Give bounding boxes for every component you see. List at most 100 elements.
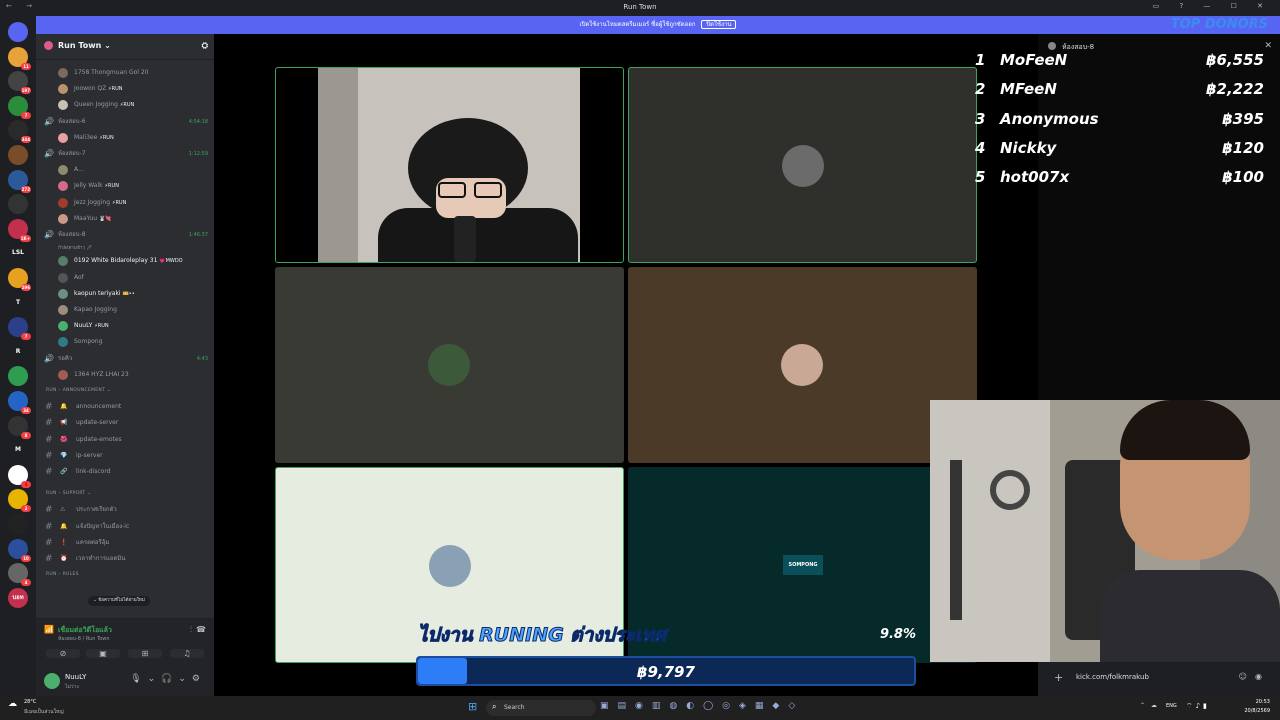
server-icon[interactable]: T <box>8 292 28 313</box>
server-icon[interactable]: 8 <box>8 415 31 439</box>
server-header[interactable]: Run Town ⌄ ⛭ <box>36 34 214 60</box>
server-icon[interactable]: 4 <box>8 464 31 488</box>
video-tile-3[interactable] <box>275 267 624 463</box>
new-messages-pill[interactable]: ⌄ ข้อความที่ไม่ได้อ่านใหม่ <box>88 596 150 606</box>
add-friend-icon[interactable]: ⛭ <box>202 41 208 51</box>
server-icon[interactable] <box>8 514 28 534</box>
server-icon[interactable]: 296 <box>8 268 31 291</box>
text-channel[interactable]: # ⚠ ประกาศเรียกตัว <box>36 503 214 517</box>
unread-badge: 11 <box>21 62 31 70</box>
kick-url[interactable]: kick.com/folkmrakub <box>1076 673 1149 681</box>
video-tile-6[interactable]: SOMPONG <box>628 467 977 663</box>
voice-user[interactable]: Jezz Jogging ⚡RUN <box>36 196 214 210</box>
voice-user[interactable]: Aof <box>36 271 214 285</box>
text-channel[interactable]: # ⏰ เวลาทำการแอดมิน <box>36 552 214 566</box>
pinned-apps-icons[interactable]: ▣▤◉▥◍◐◯◎◈▦◆◇ <box>600 701 804 711</box>
server-icon[interactable]: R <box>8 341 28 362</box>
voice-user[interactable]: Jelly Walk ⚡RUN <box>36 179 214 193</box>
video-tile-camera-main[interactable] <box>275 67 624 263</box>
unread-badge: 10 <box>21 554 31 562</box>
server-icon[interactable]: 2 <box>8 489 31 513</box>
voice-user[interactable]: Kapao Jogging <box>36 303 214 317</box>
voice-user[interactable]: kaopun teriyaki 🎫•• <box>36 287 214 301</box>
noise-suppression-icon[interactable]: ⫶ <box>190 625 192 635</box>
text-channel[interactable]: # 🔗 link-discord <box>36 465 214 479</box>
server-icon[interactable]: 1K+ <box>8 218 31 242</box>
server-icon[interactable]: 4 <box>8 563 31 587</box>
disconnect-icon[interactable]: ☎ <box>196 625 206 634</box>
plus-icon[interactable]: + <box>1054 671 1063 684</box>
video-tile-2[interactable] <box>628 67 977 263</box>
channel-emoji: 💎 <box>60 451 68 459</box>
clock-time[interactable]: 20:53 <box>1226 699 1270 705</box>
server-icon[interactable] <box>8 22 28 42</box>
avatar <box>781 344 823 386</box>
voice-channel[interactable]: 🔊 ห้องสอบ-7 1:12:59 <box>36 147 214 161</box>
disable-streamer-button[interactable]: ปิดใช้งาน <box>701 20 737 29</box>
tray-icons[interactable]: ⌃ ☁ <box>1140 702 1159 709</box>
server-icon[interactable]: M <box>8 440 28 461</box>
server-icon[interactable] <box>8 366 28 387</box>
category-rules[interactable]: RUN – RULES <box>36 568 214 582</box>
text-channel[interactable]: # 🌺 update-emotes <box>36 433 214 447</box>
text-channel[interactable]: # 💎 ip-server <box>36 449 214 463</box>
voice-user[interactable]: 0192 White Bidaroleplay 31 💗MWDO <box>36 254 214 268</box>
clock-date: 20/8/2569 <box>1244 708 1270 714</box>
video-tile-4[interactable] <box>628 267 977 463</box>
server-icon[interactable] <box>8 194 28 215</box>
voice-channel[interactable]: 🔊 ห้องสอบ-8 1:46:37 <box>36 228 214 242</box>
channel-name: link-discord <box>76 468 111 475</box>
weather-temp[interactable]: 28°C <box>24 699 36 705</box>
voice-channel[interactable]: 🔊 รอคิว 4:43 <box>36 352 214 366</box>
channel-emoji: 🔔 <box>60 403 68 411</box>
soundboard-icon[interactable]: ♫ <box>170 649 204 658</box>
webcam-feed <box>318 68 580 262</box>
server-icon[interactable]: 7 <box>8 95 31 119</box>
voice-user[interactable]: NuuLY ⚡RUN <box>36 319 214 333</box>
voice-user[interactable]: Sompong <box>36 335 214 349</box>
text-channel[interactable]: # 📢 update-server <box>36 416 214 430</box>
server-icon[interactable]: บอท <box>8 587 28 608</box>
category-support[interactable]: RUN – SUPPORT ⌄ <box>36 487 214 501</box>
server-icon[interactable]: 7 <box>8 317 31 341</box>
screen-share-icon[interactable]: ▣ <box>86 649 120 658</box>
taskbar: ☁ 28°C มีเมฆเป็นส่วนใหญ่ ⊞ ⌕ Search ▣▤◉▥… <box>0 696 1280 720</box>
avatar <box>1048 42 1056 50</box>
voice-user[interactable]: 1364 HYZ LHAI 23 <box>36 368 214 382</box>
emoji-gift-icon[interactable]: ☺◉ <box>1239 672 1270 681</box>
server-icon[interactable]: 197 <box>8 71 31 95</box>
wifi-volume-icons[interactable]: ⌔♪▮ <box>1186 702 1210 711</box>
server-icon[interactable]: 34 <box>8 391 31 414</box>
voice-user[interactable]: MaaYuu 🐰💘 <box>36 212 214 226</box>
voice-channel-path[interactable]: ห้องสอบ-8 / Run Town <box>58 635 110 643</box>
server-icon[interactable]: LSL <box>8 243 28 264</box>
server-icon[interactable]: 10 <box>8 538 31 562</box>
channel-name: update-server <box>76 419 119 427</box>
server-icon[interactable]: 344 <box>8 120 31 144</box>
voice-user[interactable]: Mali3ee ⚡RUN <box>36 131 214 145</box>
title-bar: ← → Run Town ▭ ? — ☐ ✕ <box>0 0 1280 16</box>
text-channel[interactable]: # 🔔 announcement <box>36 400 214 414</box>
text-channel[interactable]: # ❗ แครตต่อรีอุ้ม <box>36 536 214 550</box>
voice-user[interactable]: Queen Jogging ⚡RUN <box>36 98 214 112</box>
voice-user[interactable]: Joowon QZ ⚡RUN <box>36 82 214 96</box>
voice-user[interactable]: 1758 Thongmuan Gol 20 <box>36 66 214 80</box>
text-channel[interactable]: # 🔔 แจ้งปัญหาในเมือง-ic <box>36 520 214 534</box>
language[interactable]: ENG <box>1166 703 1177 709</box>
category-announcement[interactable]: RUN – ANNOUNCEMENT ⌄ <box>36 384 214 398</box>
window-controls[interactable]: ▭ ? — ☐ ✕ <box>1153 2 1272 10</box>
activities-icon[interactable]: ⊞ <box>128 649 162 658</box>
start-icon[interactable]: ⊞ <box>468 700 477 713</box>
voice-channel[interactable]: 🔊 ห้องสอบ-6 4:54:18 <box>36 115 214 129</box>
server-icon[interactable]: 272 <box>8 169 31 193</box>
search-box[interactable]: ⌕ Search <box>486 700 596 716</box>
server-icon[interactable]: 11 <box>8 46 31 70</box>
server-icon[interactable] <box>8 145 28 165</box>
mic-headset-settings-icon[interactable]: 🎙⌄🎧⌄⚙ <box>130 674 206 684</box>
video-off-icon[interactable]: ⊘ <box>46 649 80 658</box>
close-icon[interactable]: ✕ <box>1264 41 1272 51</box>
voice-user[interactable]: A... <box>36 163 214 177</box>
voice-connection-panel: 📶 เชื่อมต่อวิดีโอแล้ว ห้องสอบ-8 / Run To… <box>36 618 214 666</box>
avatar[interactable] <box>44 673 60 689</box>
user-name: Sompong <box>74 338 103 346</box>
